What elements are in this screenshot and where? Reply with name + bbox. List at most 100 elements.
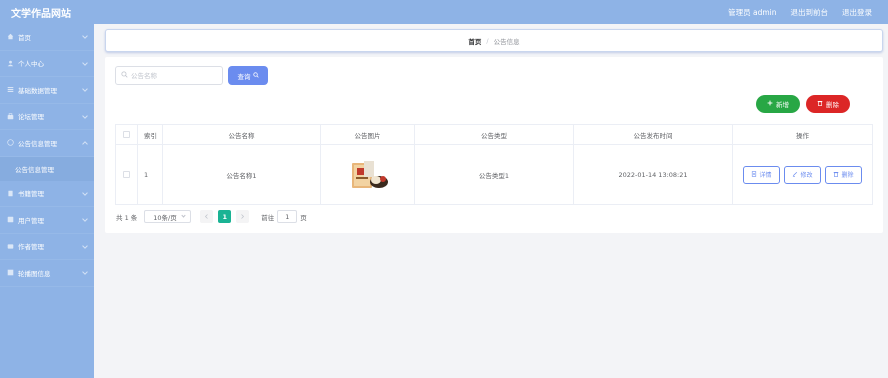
row-checkbox[interactable] [123, 171, 130, 178]
sidebar-item-authors[interactable]: 作者管理 [0, 234, 94, 260]
home-icon [7, 33, 14, 40]
breadcrumb-home[interactable]: 首页 [468, 36, 481, 46]
notice-thumbnail [351, 160, 388, 188]
prev-page-button[interactable] [200, 210, 214, 223]
document-icon [751, 170, 757, 179]
sidebar-item-label: 用户管理 [18, 216, 44, 225]
page-suffix: 页 [300, 213, 307, 222]
chevron-right-icon [240, 213, 245, 221]
chevron-down-icon [82, 33, 88, 39]
query-button-label: 查询 [237, 72, 251, 81]
sidebar-item-label: 轮播图信息 [18, 269, 51, 278]
row-delete-button-label: 删除 [841, 172, 854, 179]
chevron-down-icon [82, 216, 88, 222]
add-button[interactable]: 新增 [756, 95, 800, 113]
chevron-down-icon [82, 86, 88, 92]
sidebar-item-notice[interactable]: 公告信息管理 [0, 130, 94, 157]
notice-table: 索引 公告名称 公告图片 公告类型 公告发布时间 操作 1 公告名称1 公告类型… [115, 124, 873, 205]
delete-button-label: 删除 [826, 101, 839, 109]
users-icon [7, 216, 14, 223]
table-header: 索引 公告名称 公告图片 公告类型 公告发布时间 操作 [116, 125, 872, 145]
next-page-button[interactable] [236, 210, 250, 223]
header-type: 公告类型 [415, 125, 574, 144]
trash-icon [833, 171, 839, 179]
sidebar-item-label: 基础数据管理 [18, 86, 57, 95]
search-input[interactable] [131, 71, 221, 80]
image-icon [7, 269, 14, 276]
chevron-up-icon [82, 141, 88, 147]
sidebar-item-basic-data[interactable]: 基础数据管理 [0, 77, 94, 104]
page-size-select[interactable]: 10条/页 [144, 210, 192, 223]
details-button[interactable]: 详情 [743, 165, 780, 184]
edit-button-label: 修改 [800, 172, 813, 179]
header-index: 索引 [138, 125, 163, 144]
trash-icon [817, 100, 823, 108]
chevron-down-icon [181, 213, 186, 218]
forum-icon [7, 113, 14, 120]
logout-link[interactable]: 退出登录 [842, 7, 872, 18]
breadcrumb-separator: / [486, 36, 489, 45]
pagination-total: 共 1 条 [116, 213, 138, 222]
sidebar-item-forum[interactable]: 论坛管理 [0, 104, 94, 130]
sidebar-item-profile[interactable]: 个人中心 [0, 51, 94, 77]
page-size-value: 10条/页 [153, 213, 177, 222]
chevron-down-icon [82, 189, 88, 196]
search-box[interactable] [115, 66, 223, 85]
sidebar: 首页 个人中心 基础数据管理 论坛管理 公告信息管理 公告信息管理 书籍管理 用… [0, 24, 94, 378]
chevron-down-icon [82, 242, 88, 249]
chevron-down-icon [82, 59, 88, 66]
sidebar-item-books[interactable]: 书籍管理 [0, 181, 94, 207]
sidebar-subitem-label: 公告信息管理 [15, 165, 54, 174]
list-icon [7, 86, 14, 93]
row-ops: 详情 修改 删除 [733, 145, 872, 204]
bulk-delete-button[interactable]: 删除 [806, 95, 850, 113]
sidebar-item-users[interactable]: 用户管理 [0, 207, 94, 234]
sidebar-item-home[interactable]: 首页 [0, 24, 94, 51]
app-title: 文学作品网站 [11, 8, 71, 20]
sidebar-item-label: 个人中心 [18, 60, 44, 69]
top-bar: 文学作品网站 管理员 admin 退出到前台 退出登录 [0, 0, 888, 24]
sidebar-subitem-notice-management[interactable]: 公告信息管理 [0, 156, 94, 181]
back-to-front-link[interactable]: 退出到前台 [791, 7, 829, 18]
chevron-down-icon [82, 112, 88, 119]
table-row: 1 公告名称1 公告类型1 2022-01-14 13:08:21 详情 修改 … [116, 145, 872, 204]
sidebar-item-label: 公告信息管理 [18, 139, 57, 148]
author-icon [7, 243, 14, 250]
search-icon [252, 71, 259, 80]
header-picture: 公告图片 [321, 125, 415, 144]
row-delete-button[interactable]: 删除 [825, 165, 862, 184]
sidebar-item-carousel[interactable]: 轮播图信息 [0, 260, 94, 287]
sidebar-item-label: 论坛管理 [18, 113, 44, 122]
page-number-active[interactable]: 1 [218, 210, 232, 223]
row-name: 公告名称1 [163, 145, 321, 204]
header-date: 公告发布时间 [574, 125, 733, 144]
main-panel: 查询 新增 删除 索引 公告名称 公告图片 公告类型 公告发布时间 操作 1 公… [105, 57, 883, 233]
sidebar-item-label: 书籍管理 [18, 190, 44, 199]
edit-icon [792, 171, 798, 179]
row-checkbox-cell [116, 145, 138, 204]
chevron-down-icon [82, 269, 88, 275]
header-name: 公告名称 [163, 125, 321, 144]
edit-button[interactable]: 修改 [784, 165, 821, 184]
admin-label: 管理员 admin [728, 7, 777, 17]
goto-page-input[interactable]: 1 [277, 210, 298, 223]
row-date: 2022-01-14 13:08:21 [574, 145, 733, 204]
row-picture-cell [321, 145, 415, 204]
header-checkbox-cell [116, 125, 138, 144]
user-icon [7, 60, 14, 67]
sidebar-item-label: 作者管理 [18, 243, 44, 252]
plus-icon [767, 100, 773, 108]
notice-icon [7, 139, 14, 146]
goto-label: 前往 [261, 213, 275, 222]
query-button[interactable]: 查询 [228, 66, 268, 85]
details-button-label: 详情 [759, 172, 772, 179]
breadcrumb-current: 公告信息 [493, 37, 520, 46]
pagination: 共 1 条 10条/页 1 前往 1 页 [116, 210, 307, 223]
row-type: 公告类型1 [415, 145, 574, 204]
header-ops: 操作 [796, 131, 809, 140]
row-index: 1 [138, 145, 163, 204]
add-button-label: 新增 [776, 101, 789, 109]
sidebar-item-label: 首页 [18, 33, 31, 42]
book-icon [7, 190, 14, 197]
select-all-checkbox[interactable] [123, 131, 130, 138]
